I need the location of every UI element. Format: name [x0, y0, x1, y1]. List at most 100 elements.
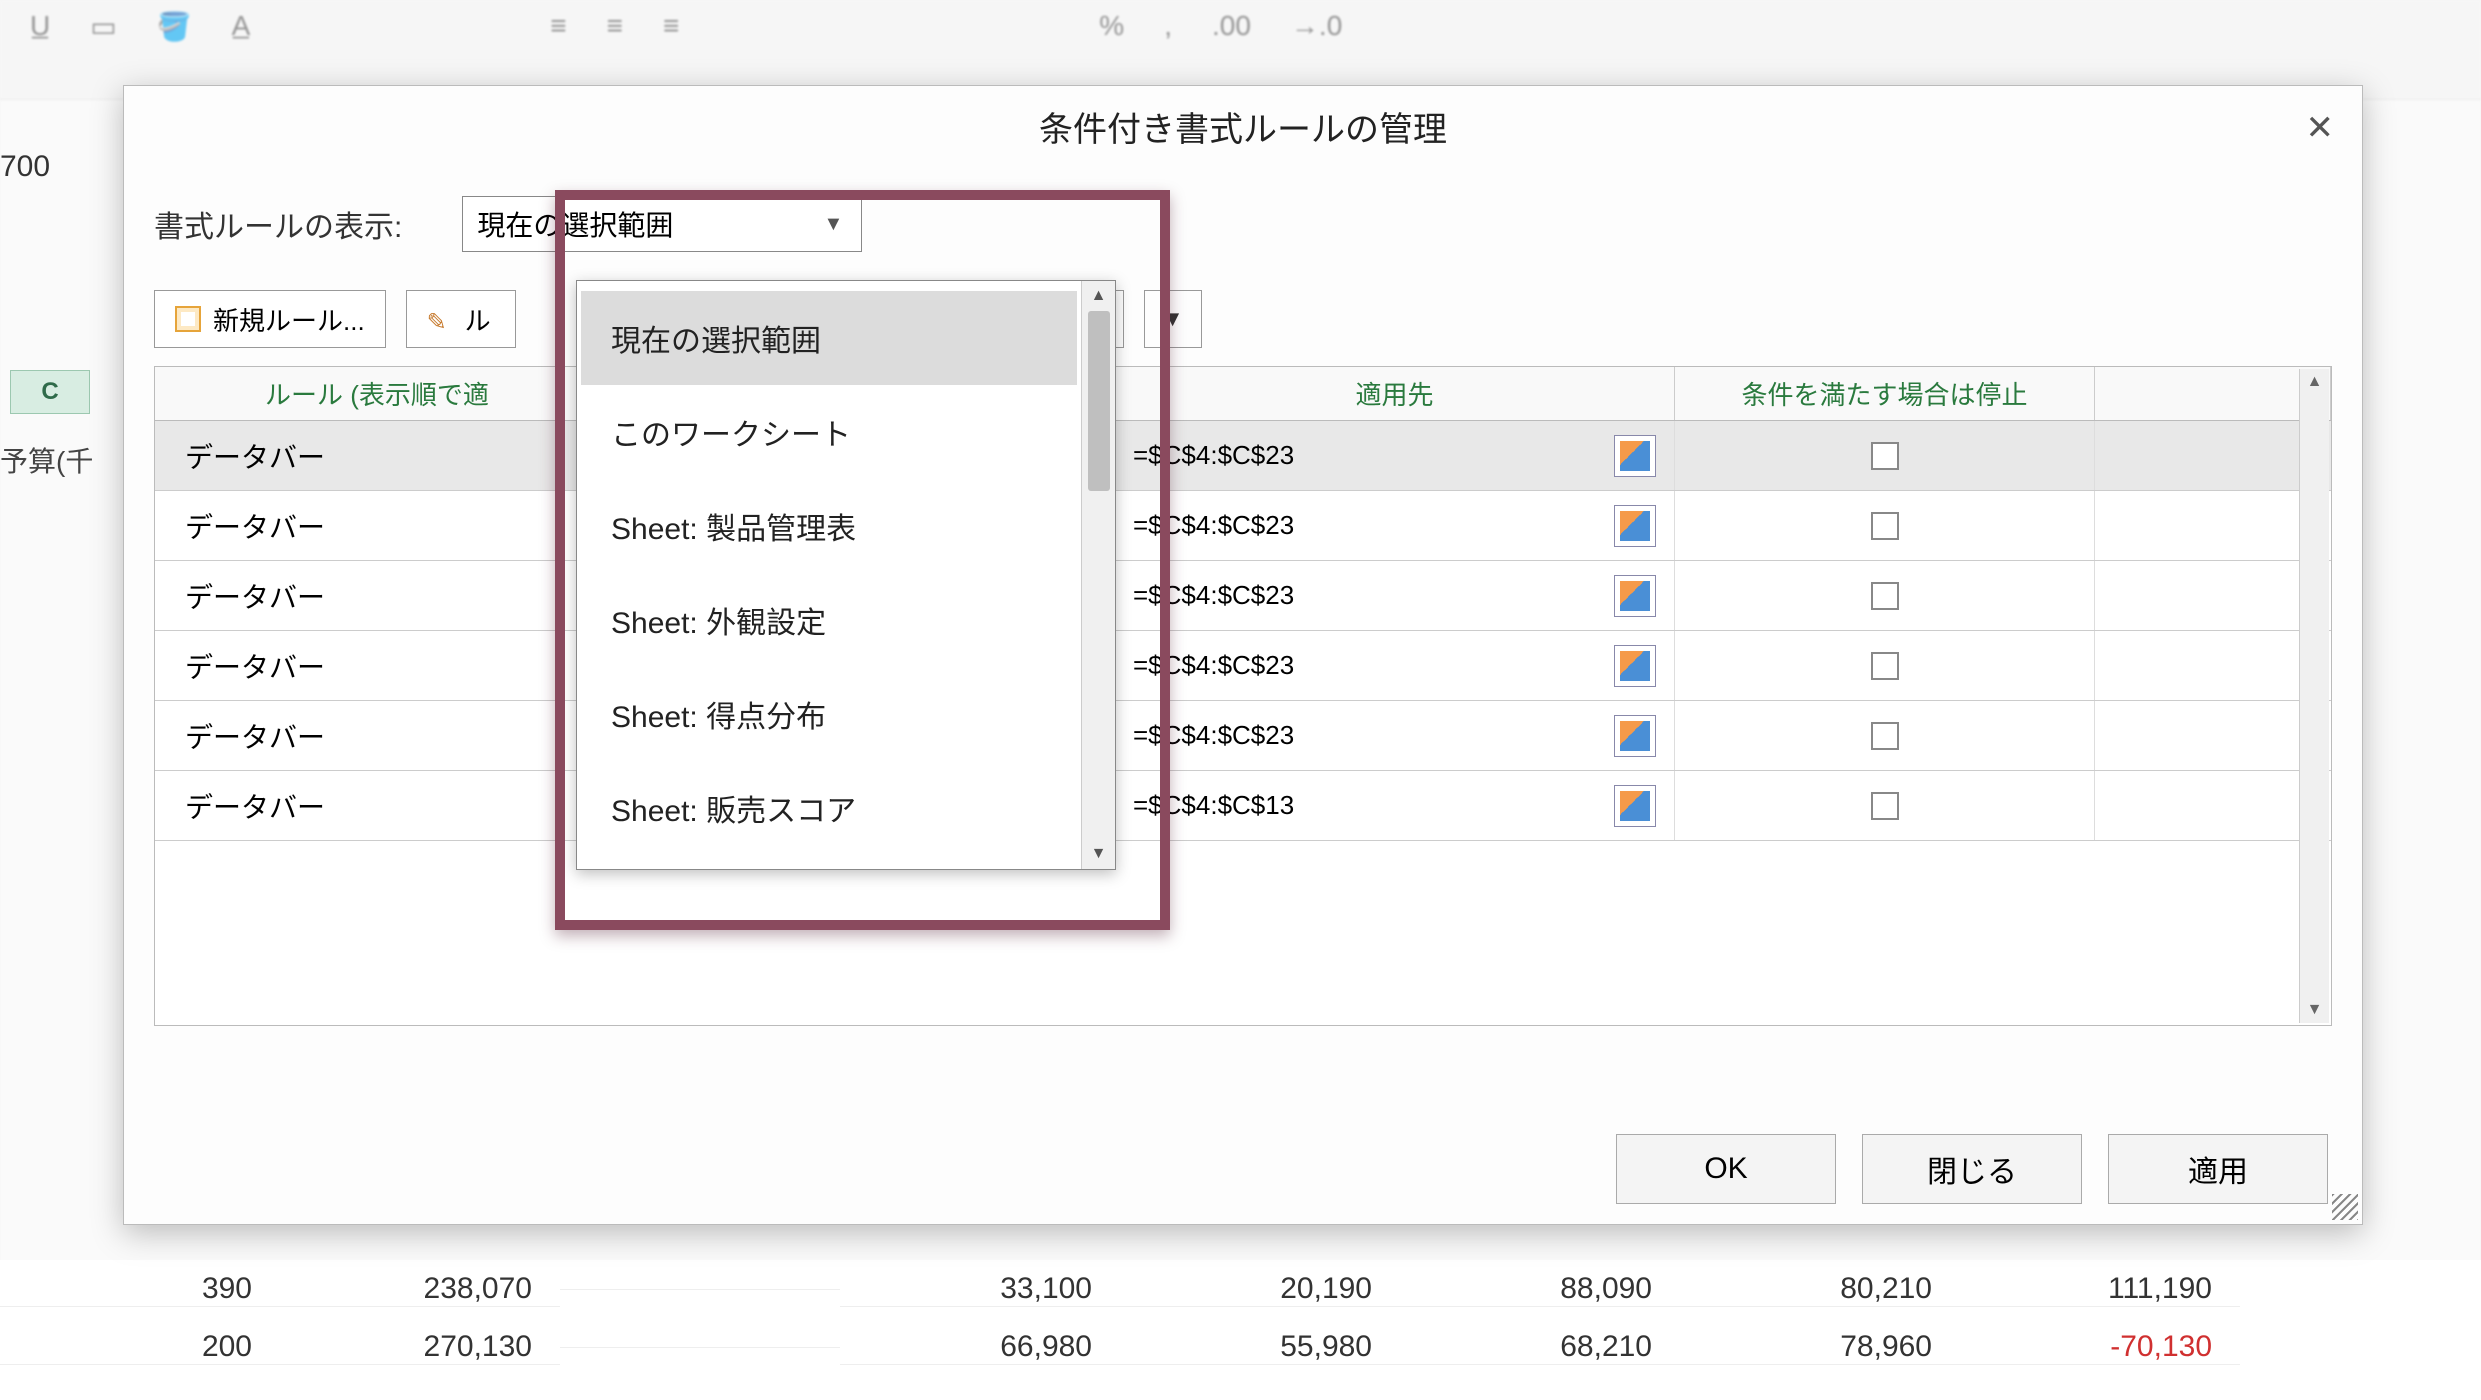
- cell: 390: [0, 1272, 280, 1307]
- pencil-icon: [427, 306, 453, 332]
- table-row[interactable]: データバー =$C$4:$C$13: [155, 771, 2331, 841]
- table-row[interactable]: データバー =$C$4:$C$23: [155, 561, 2331, 631]
- cell: 270,130: [280, 1330, 560, 1365]
- stop-if-true-checkbox[interactable]: [1871, 792, 1899, 820]
- header-applies-to: 適用先: [1115, 367, 1675, 420]
- new-rule-label: 新規ルール...: [213, 301, 365, 338]
- scroll-up-icon[interactable]: ▲: [1091, 287, 1107, 305]
- align-center-icon: ≡: [607, 10, 623, 43]
- dropdown-item[interactable]: Sheet: 得点分布: [581, 667, 1077, 761]
- percent-icon: %: [1099, 10, 1124, 43]
- cell: 66,980: [840, 1330, 1120, 1365]
- table-row[interactable]: データバー =$C$4:$C$23: [155, 421, 2331, 491]
- border-icon: ▭: [90, 10, 116, 43]
- stop-if-true-checkbox[interactable]: [1871, 652, 1899, 680]
- new-rule-button[interactable]: 新規ルール...: [154, 290, 386, 348]
- new-rule-icon: [175, 306, 201, 332]
- applies-to-cell[interactable]: =$C$4:$C$23: [1115, 631, 1675, 700]
- range-picker-icon[interactable]: [1614, 785, 1656, 827]
- cell: 78,960: [1680, 1330, 1960, 1365]
- close-button[interactable]: 閉じる: [1862, 1134, 2082, 1204]
- dropdown-scrollbar[interactable]: ▲ ▼: [1081, 281, 1115, 869]
- cell: 33,100: [840, 1272, 1120, 1307]
- applies-to-cell[interactable]: =$C$4:$C$13: [1115, 771, 1675, 840]
- rules-toolbar: 新規ルール... ル ▲ ▼: [154, 290, 2332, 348]
- conditional-formatting-rules-manager-dialog: 条件付き書式ルールの管理 ✕ 書式ルールの表示: 現在の選択範囲 ▼ 新規ルール…: [123, 85, 2363, 1225]
- close-icon[interactable]: ✕: [2306, 108, 2335, 148]
- chevron-down-icon[interactable]: ▼: [819, 213, 847, 236]
- applies-to-cell[interactable]: =$C$4:$C$23: [1115, 421, 1675, 490]
- show-rules-combo[interactable]: 現在の選択範囲 ▼: [462, 196, 862, 252]
- increase-decimal-icon: .00: [1212, 10, 1251, 43]
- range-picker-icon[interactable]: [1614, 645, 1656, 687]
- dialog-title-bar: 条件付き書式ルールの管理 ✕: [124, 86, 2362, 166]
- cell: 238,070: [280, 1272, 560, 1307]
- dropdown-item[interactable]: 現在の選択範囲: [581, 291, 1077, 385]
- applies-to-cell[interactable]: =$C$4:$C$23: [1115, 491, 1675, 560]
- range-text: =$C$4:$C$23: [1133, 720, 1294, 751]
- dropdown-item[interactable]: Sheet: 外観設定: [581, 573, 1077, 667]
- underline-icon: U̲: [30, 10, 50, 43]
- range-picker-icon[interactable]: [1614, 505, 1656, 547]
- dialog-footer: OK 閉じる 適用: [124, 1114, 2362, 1224]
- dropdown-item[interactable]: このワークシート: [581, 385, 1077, 479]
- cell: 200: [0, 1330, 280, 1365]
- align-left-icon: ≡: [550, 10, 566, 43]
- cell: [560, 1289, 840, 1290]
- apply-button[interactable]: 適用: [2108, 1134, 2328, 1204]
- stop-if-true-checkbox[interactable]: [1871, 512, 1899, 540]
- table-header: ルール (表示順で適 適用先 条件を満たす場合は停止: [155, 367, 2331, 421]
- dialog-title: 条件付き書式ルールの管理: [1039, 102, 1447, 151]
- cell: -70,130: [1960, 1330, 2240, 1365]
- applies-to-cell[interactable]: =$C$4:$C$23: [1115, 561, 1675, 630]
- table-row[interactable]: データバー =$C$4:$C$23: [155, 491, 2331, 561]
- ok-button[interactable]: OK: [1616, 1134, 1836, 1204]
- fill-icon: 🪣: [157, 10, 192, 43]
- range-text: =$C$4:$C$23: [1133, 650, 1294, 681]
- range-picker-icon[interactable]: [1614, 575, 1656, 617]
- scroll-up-icon[interactable]: ▲: [2307, 373, 2323, 391]
- scroll-down-icon[interactable]: ▼: [2307, 1001, 2323, 1019]
- dropdown-item[interactable]: Sheet: 販売スコア: [581, 761, 1077, 855]
- edit-rule-button[interactable]: ル: [406, 290, 516, 348]
- combo-value: 現在の選択範囲: [477, 204, 673, 244]
- range-picker-icon[interactable]: [1614, 715, 1656, 757]
- show-rules-dropdown[interactable]: 現在の選択範囲 このワークシート Sheet: 製品管理表 Sheet: 外観設…: [576, 280, 1116, 870]
- range-text: =$C$4:$C$23: [1133, 440, 1294, 471]
- cell: 20,190: [1120, 1272, 1400, 1307]
- dropdown-list: 現在の選択範囲 このワークシート Sheet: 製品管理表 Sheet: 外観設…: [577, 281, 1081, 869]
- dropdown-item[interactable]: Sheet: 製品管理表: [581, 479, 1077, 573]
- column-header-c: C: [10, 370, 90, 414]
- range-text: =$C$4:$C$13: [1133, 790, 1294, 821]
- scroll-down-icon[interactable]: ▼: [1091, 845, 1107, 863]
- range-picker-icon[interactable]: [1614, 435, 1656, 477]
- stop-if-true-checkbox[interactable]: [1871, 722, 1899, 750]
- range-text: =$C$4:$C$23: [1133, 510, 1294, 541]
- table-body: データバー =$C$4:$C$23 データバー =$C$4:$C$23: [155, 421, 2331, 1025]
- cell: 55,980: [1120, 1330, 1400, 1365]
- rules-table: ルール (表示順で適 適用先 条件を満たす場合は停止 データバー =$C$4:$…: [154, 366, 2332, 1026]
- table-row[interactable]: データバー =$C$4:$C$23: [155, 631, 2331, 701]
- cell: 111,190: [1960, 1272, 2240, 1307]
- header-spacer: [2095, 367, 2331, 420]
- cell: 68,210: [1400, 1330, 1680, 1365]
- decrease-decimal-icon: →.0: [1291, 10, 1342, 43]
- row-label: 予算(千: [0, 440, 110, 480]
- range-text: =$C$4:$C$23: [1133, 580, 1294, 611]
- font-color-icon: A̲: [232, 10, 251, 43]
- sheet-rows: 390 238,070 33,100 20,190 88,090 80,210 …: [0, 1260, 2481, 1400]
- header-stop-if-true: 条件を満たす場合は停止: [1675, 367, 2095, 420]
- cell: 88,090: [1400, 1272, 1680, 1307]
- applies-to-cell[interactable]: =$C$4:$C$23: [1115, 701, 1675, 770]
- table-row[interactable]: データバー =$C$4:$C$23: [155, 701, 2331, 771]
- cell: 80,210: [1680, 1272, 1960, 1307]
- resize-handle-icon[interactable]: [2332, 1194, 2358, 1220]
- scroll-thumb[interactable]: [1088, 311, 1110, 491]
- edit-rule-label: ル: [465, 301, 491, 338]
- table-scrollbar[interactable]: ▲ ▼: [2299, 369, 2329, 1023]
- comma-icon: ,: [1164, 10, 1172, 43]
- stop-if-true-checkbox[interactable]: [1871, 442, 1899, 470]
- move-down-button[interactable]: ▼: [1144, 290, 1202, 348]
- show-rules-label: 書式ルールの表示:: [154, 202, 402, 246]
- stop-if-true-checkbox[interactable]: [1871, 582, 1899, 610]
